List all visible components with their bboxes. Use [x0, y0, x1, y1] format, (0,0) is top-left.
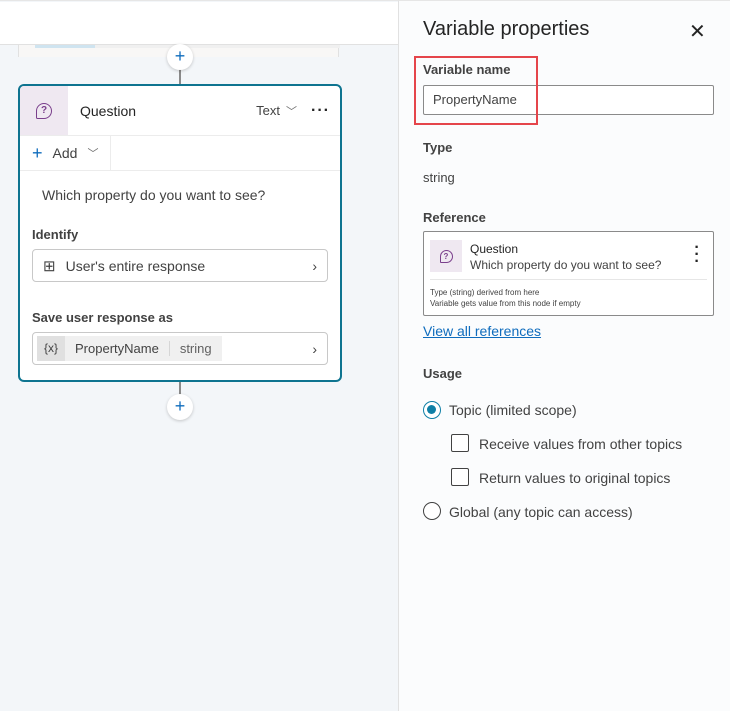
chevron-down-icon: ﹀ — [87, 148, 99, 160]
question-node[interactable]: ? Question Text ﹀ ··· + Add ﹀ Which prope… — [18, 84, 342, 382]
question-text[interactable]: Which property do you want to see? — [20, 171, 340, 203]
save-response-label: Save user response as — [32, 310, 173, 325]
variable-name-label: Variable name — [423, 62, 511, 77]
chevron-right-icon: › — [312, 340, 317, 357]
plus-icon: + — [32, 142, 43, 163]
reference-label: Reference — [423, 210, 486, 225]
variable-name-input[interactable]: PropertyName — [423, 85, 714, 115]
type-value: string — [423, 170, 455, 185]
global-scope-radio[interactable] — [423, 502, 441, 520]
variable-selector[interactable]: {x} PropertyName string › — [32, 332, 328, 365]
usage-label: Usage — [423, 366, 463, 381]
view-all-references-link[interactable]: View all references — [423, 323, 541, 339]
question-icon: ? — [430, 240, 462, 272]
node-title: Question — [80, 102, 137, 119]
panel-title: Variable properties — [423, 18, 590, 40]
more-vertical-icon[interactable]: · · · — [692, 240, 702, 270]
topic-scope-radio[interactable] — [423, 401, 441, 419]
more-options-icon[interactable]: ··· — [311, 102, 330, 120]
question-icon: ? — [20, 86, 68, 135]
close-icon[interactable]: ✕ — [689, 19, 706, 44]
return-values-checkbox[interactable] — [451, 468, 469, 486]
variable-pill[interactable]: {x} PropertyName string — [37, 336, 222, 361]
receive-values-checkbox[interactable] — [451, 434, 469, 452]
identify-selector[interactable]: ⊞ User's entire response › — [32, 249, 328, 282]
type-label: Type — [423, 140, 453, 155]
response-type-dropdown[interactable]: Text ﹀ — [256, 103, 297, 119]
chevron-right-icon: › — [312, 257, 317, 274]
variable-properties-panel: Variable properties ✕ Variable name Prop… — [398, 0, 730, 711]
add-node-button[interactable]: + — [167, 44, 193, 70]
authoring-canvas: + ? Question Text ﹀ ··· + Add ﹀ Which pro… — [0, 0, 398, 711]
reference-card[interactable]: ? Question Which property do you want to… — [423, 231, 714, 316]
identify-label: Identify — [32, 227, 79, 242]
add-button[interactable]: + Add ﹀ — [20, 136, 112, 170]
chevron-down-icon: ﹀ — [286, 105, 298, 118]
canvas-top-bar — [0, 2, 398, 45]
add-node-button[interactable]: + — [167, 394, 193, 420]
variable-icon: {x} — [37, 336, 65, 361]
entity-icon: ⊞ — [43, 257, 56, 275]
